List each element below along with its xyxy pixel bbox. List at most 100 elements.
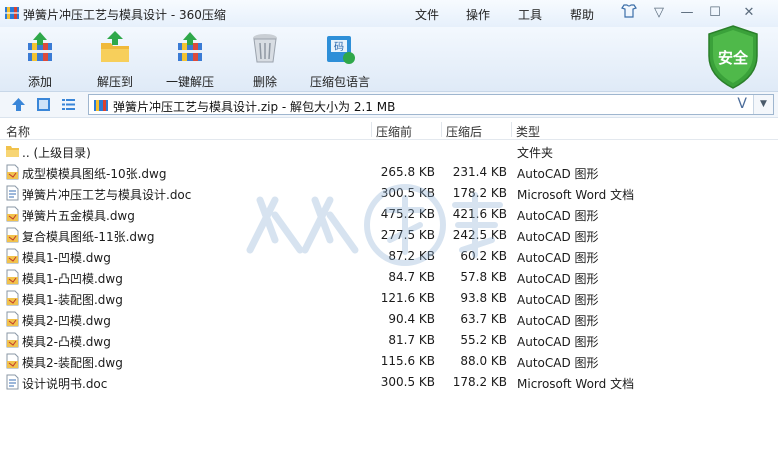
up-arrow-icon[interactable] [10,96,27,113]
file-name: 复合模具图纸-11张.dwg [22,230,155,244]
file-packed-size: 121.6 KB [380,291,435,305]
file-packed-size: 300.5 KB [380,186,435,200]
file-packed-size: 277.5 KB [380,228,435,242]
window-title: 弹簧片冲压工艺与模具设计 - 360压缩 [23,8,226,22]
doc-file-icon [6,185,19,201]
file-type: AutoCAD 图形 [517,167,599,181]
file-type: AutoCAD 图形 [517,272,599,286]
column-name[interactable]: 名称 [6,123,30,140]
extract-to-button[interactable]: 解压到 [80,29,150,91]
app-logo-icon [5,7,19,19]
dwg-file-icon [6,311,19,327]
list-item[interactable]: 模具1-凹模.dwg 87.2 KB 60.2 KB AutoCAD 图形 [0,246,778,267]
column-packed[interactable]: 压缩前 [376,123,412,140]
file-type: Microsoft Word 文档 [517,188,635,202]
list-item[interactable]: 模具1-凸凹模.dwg 84.7 KB 57.8 KB AutoCAD 图形 [0,267,778,288]
menu-help[interactable]: 帮助 [570,6,594,23]
file-type: AutoCAD 图形 [517,293,599,307]
file-name: .. (上级目录) [22,146,91,160]
file-type: AutoCAD 图形 [517,356,599,370]
dropdown-menu-icon[interactable]: ▽ [648,4,670,22]
one-click-extract-button[interactable]: 一键解压 [155,29,225,91]
archive-language-button[interactable]: 码 压缩包语言 [305,29,375,91]
menu-tools[interactable]: 工具 [518,6,542,23]
maximize-icon[interactable]: ☐ [704,4,726,22]
search-v-icon[interactable]: V [737,96,747,112]
file-unpacked-size: 93.8 KB [460,291,507,305]
file-name: 模具2-凸模.dwg [22,335,111,349]
dwg-file-icon [6,227,19,243]
file-name: 模具2-装配图.dwg [22,356,123,370]
list-item[interactable]: 弹簧片五金模具.dwg 475.2 KB 421.6 KB AutoCAD 图形 [0,204,778,225]
file-packed-size: 84.7 KB [388,270,435,284]
dwg-file-icon [6,248,19,264]
file-packed-size: 115.6 KB [380,354,435,368]
file-type: AutoCAD 图形 [517,251,599,265]
list-item[interactable]: 模具2-凹模.dwg 90.4 KB 63.7 KB AutoCAD 图形 [0,309,778,330]
one-click-extract-label: 一键解压 [165,75,214,89]
list-item[interactable]: 模具1-装配图.dwg 121.6 KB 93.8 KB AutoCAD 图形 [0,288,778,309]
column-divider[interactable] [371,122,372,137]
add-books-icon [28,32,52,61]
svg-text:码: 码 [334,41,344,53]
file-name: 模具2-凹模.dwg [22,314,111,328]
list-item[interactable]: .. (上级目录) 文件夹 [0,141,778,162]
archive-language-label: 压缩包语言 [309,75,370,89]
list-item[interactable]: 复合模具图纸-11张.dwg 277.5 KB 242.5 KB AutoCAD… [0,225,778,246]
delete-button[interactable]: 删除 [230,29,300,91]
file-packed-size: 475.2 KB [380,207,435,221]
list-item[interactable]: 成型模模具图纸-10张.dwg 265.8 KB 231.4 KB AutoCA… [0,162,778,183]
one-click-extract-icon [178,32,202,61]
list-item[interactable]: 模具2-装配图.dwg 115.6 KB 88.0 KB AutoCAD 图形 [0,351,778,372]
list-item[interactable]: 弹簧片冲压工艺与模具设计.doc 300.5 KB 178.2 KB Micro… [0,183,778,204]
dwg-file-icon [6,353,19,369]
menu-file[interactable]: 文件 [415,6,439,23]
dwg-file-icon [6,269,19,285]
address-field[interactable]: 弹簧片冲压工艺与模具设计.zip - 解包大小为 2.1 MB V ▼ [88,94,774,115]
column-type[interactable]: 类型 [516,123,540,140]
dwg-file-icon [6,290,19,306]
close-icon[interactable]: ✕ [738,4,760,22]
folder-icon [6,146,19,157]
file-unpacked-size: 242.5 KB [452,228,507,242]
file-type: AutoCAD 图形 [517,230,599,244]
minimize-icon[interactable]: — [676,4,698,22]
doc-file-icon [6,374,19,390]
file-unpacked-size: 60.2 KB [460,249,507,263]
file-name: 模具1-装配图.dwg [22,293,123,307]
file-unpacked-size: 231.4 KB [452,165,507,179]
column-header: 名称 压缩前 压缩后 类型 [0,119,778,140]
file-type: Microsoft Word 文档 [517,377,635,391]
column-divider[interactable] [441,122,442,137]
column-divider[interactable] [511,122,512,137]
file-name: 设计说明书.doc [22,377,108,391]
dwg-file-icon [6,332,19,348]
archive-path: 弹簧片冲压工艺与模具设计.zip - 解包大小为 2.1 MB [113,100,396,114]
list-view-icon[interactable] [60,96,77,113]
extract-to-label: 解压到 [96,75,133,89]
thumbnail-view-icon[interactable] [35,96,52,113]
add-label: 添加 [27,75,52,89]
file-packed-size: 81.7 KB [388,333,435,347]
file-unpacked-size: 57.8 KB [460,270,507,284]
column-unpacked[interactable]: 压缩后 [446,123,482,140]
file-name: 弹簧片五金模具.dwg [22,209,135,223]
file-unpacked-size: 55.2 KB [460,333,507,347]
file-name: 模具1-凹模.dwg [22,251,111,265]
add-button[interactable]: 添加 [5,29,75,91]
file-unpacked-size: 178.2 KB [452,186,507,200]
skin-shirt-icon[interactable] [618,4,640,22]
menu-operation[interactable]: 操作 [466,6,490,23]
file-name: 弹簧片冲压工艺与模具设计.doc [22,188,192,202]
file-name: 模具1-凸凹模.dwg [22,272,123,286]
file-type: AutoCAD 图形 [517,314,599,328]
address-dropdown-icon[interactable]: ▼ [753,95,773,114]
list-item[interactable]: 设计说明书.doc 300.5 KB 178.2 KB Microsoft Wo… [0,372,778,393]
address-row: 弹簧片冲压工艺与模具设计.zip - 解包大小为 2.1 MB V ▼ [0,92,778,118]
title-bar: 弹簧片冲压工艺与模具设计 - 360压缩 文件 操作 工具 帮助 ▽ — ☐ ✕ [0,0,778,27]
list-item[interactable]: 模具2-凸模.dwg 81.7 KB 55.2 KB AutoCAD 图形 [0,330,778,351]
extract-folder-icon [101,31,129,62]
file-packed-size: 90.4 KB [388,312,435,326]
archive-language-icon: 码 [327,36,355,64]
file-type: AutoCAD 图形 [517,209,599,223]
